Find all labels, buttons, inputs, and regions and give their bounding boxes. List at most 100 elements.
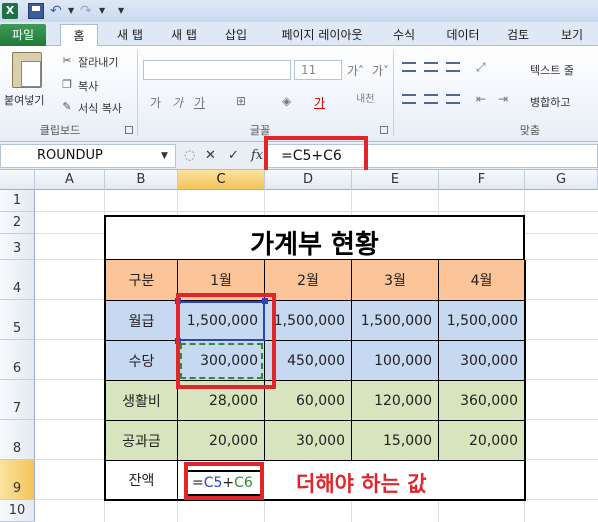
redo-dropdown-icon[interactable]: ▼ xyxy=(99,6,105,15)
clipboard-launcher-icon[interactable] xyxy=(125,126,133,134)
row-label-balance[interactable]: 잔액 xyxy=(104,461,178,501)
cell-d5[interactable]: 1,500,000 xyxy=(265,301,352,341)
row-label-allowance[interactable]: 수당 xyxy=(104,341,178,381)
row-header-8[interactable]: 8 xyxy=(0,420,35,460)
cell-d7[interactable]: 60,000 xyxy=(265,381,352,421)
font-color-icon[interactable]: 가 xyxy=(314,94,325,111)
cancel-formula-icon[interactable]: ✕ xyxy=(205,148,216,164)
row-header-5[interactable]: 5 xyxy=(0,300,35,340)
cut-button[interactable]: 잘라내기 xyxy=(78,54,118,70)
ref-handle[interactable] xyxy=(175,338,181,344)
cell-d8[interactable]: 30,000 xyxy=(265,421,352,461)
copy-icon[interactable]: ❐ xyxy=(60,78,74,92)
row-header-10[interactable]: 10 xyxy=(0,500,35,522)
bottom-align-icon[interactable] xyxy=(446,62,460,72)
column-header-b[interactable]: B xyxy=(105,170,178,190)
paste-icon[interactable] xyxy=(12,52,42,88)
tab-file[interactable]: 파일 xyxy=(0,24,46,46)
undo-icon[interactable]: ↶ xyxy=(50,3,66,19)
format-painter-icon[interactable]: ✎ xyxy=(60,100,74,114)
bold-icon[interactable]: 가 xyxy=(150,94,161,111)
cut-icon[interactable]: ✂ xyxy=(60,54,74,68)
header-cell-feb[interactable]: 2월 xyxy=(265,260,352,301)
cell-f5[interactable]: 1,500,000 xyxy=(439,301,526,341)
customize-qat-icon[interactable]: ▼ xyxy=(118,6,124,15)
copy-button[interactable]: 복사 xyxy=(78,78,98,94)
font-name-combo[interactable] xyxy=(143,60,291,80)
cell-f6[interactable]: 300,000 xyxy=(439,341,526,381)
cell-f7[interactable]: 360,000 xyxy=(439,381,526,421)
row-header-7[interactable]: 7 xyxy=(0,380,35,420)
tab-formulas[interactable]: 수식 xyxy=(384,24,424,46)
grow-font-icon[interactable]: 가˄ xyxy=(347,62,364,79)
row-header-4[interactable]: 4 xyxy=(0,260,35,300)
wrap-text-button[interactable]: 텍스트 줄 xyxy=(530,62,574,78)
row-header-2[interactable]: 2 xyxy=(0,212,35,234)
shrink-font-icon[interactable]: 가˅ xyxy=(372,62,389,79)
excel-logo-icon[interactable]: X xyxy=(2,3,18,19)
orientation-icon[interactable]: ⤢ xyxy=(476,60,486,75)
italic-icon[interactable]: 가 xyxy=(172,94,183,111)
ref-handle[interactable] xyxy=(175,298,181,304)
column-header-d[interactable]: D xyxy=(265,170,352,190)
insert-function-icon[interactable]: fx xyxy=(251,148,263,164)
top-align-icon[interactable] xyxy=(402,62,416,72)
fill-color-icon[interactable]: ◈ xyxy=(282,94,291,108)
header-cell-category[interactable]: 구분 xyxy=(104,260,178,301)
redo-icon[interactable]: ↷ xyxy=(80,3,96,19)
column-header-e[interactable]: E xyxy=(352,170,439,190)
row-label-utilities[interactable]: 공과금 xyxy=(104,421,178,461)
save-icon[interactable] xyxy=(28,3,44,19)
cell-c7[interactable]: 28,000 xyxy=(178,381,265,421)
cell-d6[interactable]: 450,000 xyxy=(265,341,352,381)
row-label-living-expenses[interactable]: 생활비 xyxy=(104,381,178,421)
cell-c8[interactable]: 20,000 xyxy=(178,421,265,461)
tab-review[interactable]: 검토 xyxy=(498,24,538,46)
cell-e8[interactable]: 15,000 xyxy=(352,421,439,461)
tab-page-layout[interactable]: 페이지 레이아웃 xyxy=(270,24,374,46)
row-header-9[interactable]: 9 xyxy=(0,460,35,500)
tab-view[interactable]: 보기 xyxy=(552,24,592,46)
column-header-f[interactable]: F xyxy=(439,170,525,190)
name-box[interactable]: ROUNDUP ▼ xyxy=(0,144,176,168)
paste-button[interactable]: 붙여넣기 xyxy=(4,92,44,108)
increase-indent-icon[interactable]: ⇥ xyxy=(498,92,508,106)
cell-c5[interactable]: 1,500,000 xyxy=(178,301,265,341)
decrease-indent-icon[interactable]: ⇤ xyxy=(476,92,486,106)
align-left-icon[interactable] xyxy=(402,94,416,104)
cell-e6[interactable]: 100,000 xyxy=(352,341,439,381)
font-size-combo[interactable]: 11 xyxy=(294,60,342,80)
cell-c9-editor[interactable]: =C5+C6 xyxy=(186,470,262,496)
table-title-cell[interactable]: 가계부 현황 xyxy=(104,215,525,261)
header-cell-mar[interactable]: 3월 xyxy=(352,260,439,301)
align-center-icon[interactable] xyxy=(424,94,438,104)
middle-align-icon[interactable] xyxy=(424,62,438,72)
phonetic-icon[interactable]: 내천 xyxy=(356,90,374,105)
name-box-dropdown-icon[interactable]: ▼ xyxy=(161,151,168,161)
underline-icon[interactable]: 가 xyxy=(194,94,205,111)
borders-icon[interactable]: ⊞ xyxy=(236,94,246,108)
enter-formula-icon[interactable]: ✓ xyxy=(228,148,239,164)
cell-f8[interactable]: 20,000 xyxy=(439,421,526,461)
column-header-c[interactable]: C xyxy=(178,170,265,190)
row-header-1[interactable]: 1 xyxy=(0,190,35,212)
column-header-g[interactable]: G xyxy=(525,170,598,190)
format-painter-button[interactable]: 서식 복사 xyxy=(78,100,122,116)
select-all-corner[interactable] xyxy=(0,170,35,190)
tab-new-2[interactable]: 새 탭 xyxy=(162,24,206,46)
row-label-salary[interactable]: 월급 xyxy=(104,301,178,341)
cell-e5[interactable]: 1,500,000 xyxy=(352,301,439,341)
header-cell-apr[interactable]: 4월 xyxy=(439,260,526,301)
cell-c6[interactable]: 300,000 xyxy=(178,341,265,381)
tab-new-1[interactable]: 새 탭 xyxy=(108,24,152,46)
tab-insert[interactable]: 삽입 xyxy=(216,24,256,46)
tab-data[interactable]: 데이터 xyxy=(440,24,486,46)
row-header-3[interactable]: 3 xyxy=(0,234,35,260)
merge-center-button[interactable]: 병합하고 xyxy=(530,94,570,110)
ref-handle[interactable] xyxy=(262,298,268,304)
align-right-icon[interactable] xyxy=(446,94,460,104)
font-launcher-icon[interactable] xyxy=(380,126,388,134)
row-header-6[interactable]: 6 xyxy=(0,340,35,380)
cell-e7[interactable]: 120,000 xyxy=(352,381,439,421)
formula-input[interactable]: =C5+C6 xyxy=(266,144,598,168)
